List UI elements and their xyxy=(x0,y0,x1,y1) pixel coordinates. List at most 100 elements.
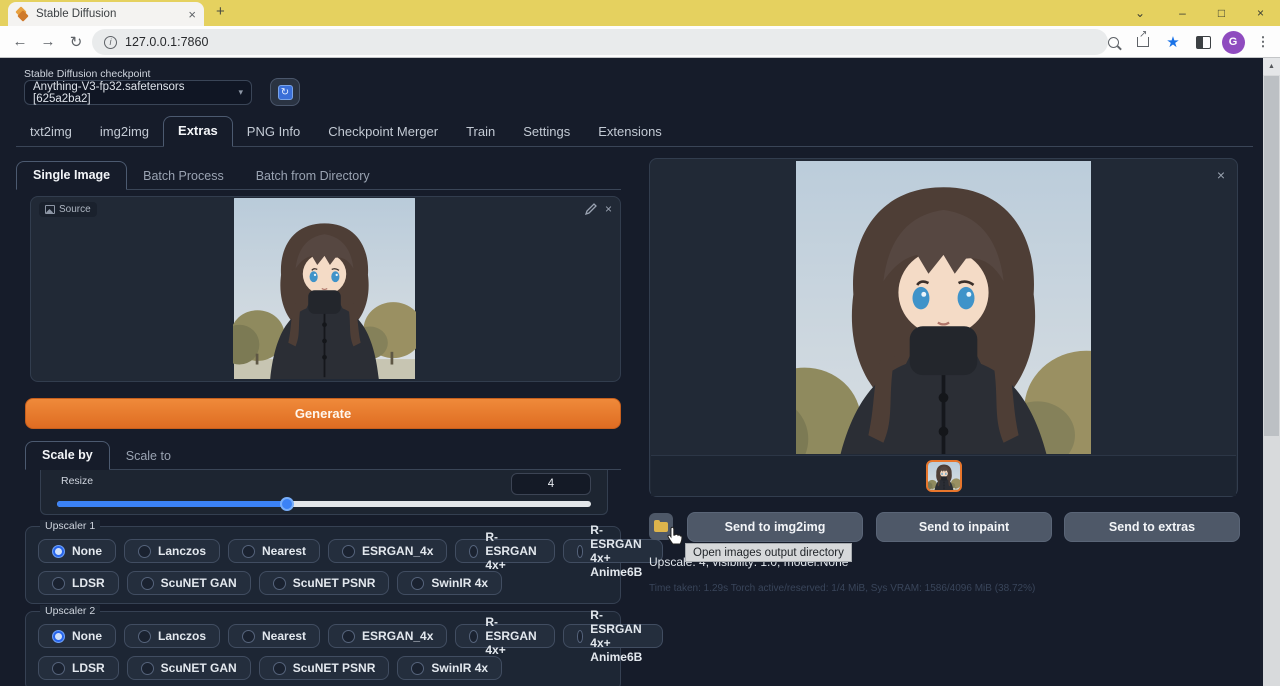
upscaler2-option-resrgan-anime6b[interactable]: R-ESRGAN 4x+ Anime6B xyxy=(563,624,663,648)
mouse-cursor xyxy=(666,526,683,552)
radio-icon xyxy=(273,577,286,590)
upscaler2-option-ldsr[interactable]: LDSR xyxy=(38,656,119,680)
upscaler1-option-resrgan4x[interactable]: R-ESRGAN 4x+ xyxy=(455,539,554,563)
zoom-icon[interactable] xyxy=(1100,29,1126,55)
scrollbar-up-icon[interactable]: ▲ xyxy=(1263,58,1280,75)
new-tab-button[interactable]: + xyxy=(216,3,225,20)
upscaler1-option-scunet-psnr[interactable]: ScuNET PSNR xyxy=(259,571,390,595)
tab-batch-from-directory[interactable]: Batch from Directory xyxy=(240,163,386,190)
thumbnail-strip xyxy=(651,455,1236,496)
bookmark-star-icon[interactable]: ★ xyxy=(1160,29,1186,55)
gallery-close-icon[interactable]: × xyxy=(1217,167,1225,183)
upscaler2-option-resrgan4x[interactable]: R-ESRGAN 4x+ xyxy=(455,624,554,648)
tab-title: Stable Diffusion xyxy=(36,8,180,20)
minimize-button[interactable]: – xyxy=(1163,6,1202,20)
source-image-dropzone[interactable]: Source × xyxy=(30,196,621,382)
radio-icon xyxy=(342,545,355,558)
radio-icon xyxy=(577,630,584,643)
radio-icon xyxy=(273,662,286,675)
upscaler1-group: Upscaler 1 None Lanczos Nearest ESRGAN_4… xyxy=(25,526,621,604)
radio-icon xyxy=(469,545,478,558)
source-label: Source xyxy=(59,204,91,215)
tab-search-icon[interactable]: ⌄ xyxy=(1117,6,1163,20)
tab-close-icon[interactable]: × xyxy=(188,7,196,22)
upscaler2-option-none[interactable]: None xyxy=(38,624,116,648)
menu-kebab-icon[interactable]: ⋮ xyxy=(1250,29,1276,55)
upscaler1-option-scunet-gan[interactable]: ScuNET GAN xyxy=(127,571,251,595)
page-scrollbar[interactable]: ▲ xyxy=(1263,58,1280,686)
upscaler2-option-scunet-psnr[interactable]: ScuNET PSNR xyxy=(259,656,390,680)
tab-single-image[interactable]: Single Image xyxy=(16,161,127,190)
edit-pencil-icon[interactable] xyxy=(585,203,597,215)
checkpoint-value: Anything-V3-fp32.safetensors [625a2ba2] xyxy=(33,81,238,105)
stable-diffusion-favicon xyxy=(16,8,28,20)
extras-sub-tabs: Single Image Batch Process Batch from Di… xyxy=(16,162,621,190)
tab-extras[interactable]: Extras xyxy=(163,116,233,147)
upscaler1-option-ldsr[interactable]: LDSR xyxy=(38,571,119,595)
forward-icon[interactable]: → xyxy=(34,33,62,50)
window-close-button[interactable]: × xyxy=(1241,6,1280,20)
tab-settings[interactable]: Settings xyxy=(509,118,584,147)
upscaler2-group: Upscaler 2 None Lanczos Nearest ESRGAN_4… xyxy=(25,611,621,686)
send-to-extras-button[interactable]: Send to extras xyxy=(1064,512,1240,542)
upscaler2-label: Upscaler 2 xyxy=(40,605,100,617)
upscaler1-option-lanczos[interactable]: Lanczos xyxy=(124,539,220,563)
site-info-icon[interactable]: i xyxy=(104,36,117,49)
tab-train[interactable]: Train xyxy=(452,118,509,147)
upscaler2-option-esrgan4x[interactable]: ESRGAN_4x xyxy=(328,624,447,648)
radio-icon xyxy=(242,545,255,558)
radio-icon xyxy=(138,545,151,558)
upscaler2-option-swinir4x[interactable]: SwinIR 4x xyxy=(397,656,502,680)
main-tabs: txt2img img2img Extras PNG Info Checkpoi… xyxy=(16,118,1253,147)
radio-icon xyxy=(138,630,151,643)
url-text: 127.0.0.1:7860 xyxy=(125,35,208,49)
tab-batch-process[interactable]: Batch Process xyxy=(127,163,240,190)
result-thumbnail[interactable] xyxy=(926,460,962,492)
checkpoint-dropdown[interactable]: Anything-V3-fp32.safetensors [625a2ba2] … xyxy=(24,80,252,105)
upscaler1-option-none[interactable]: None xyxy=(38,539,116,563)
maximize-button[interactable]: □ xyxy=(1202,6,1241,20)
checkpoint-label: Stable Diffusion checkpoint xyxy=(24,68,150,80)
upscaler1-option-esrgan4x[interactable]: ESRGAN_4x xyxy=(328,539,447,563)
scrollbar-thumb[interactable] xyxy=(1264,76,1279,436)
tab-png-info[interactable]: PNG Info xyxy=(233,118,314,147)
result-image[interactable] xyxy=(796,161,1091,454)
scale-tabs: Scale by Scale to xyxy=(25,444,621,470)
slider-fill xyxy=(57,501,287,507)
upscaler2-option-lanczos[interactable]: Lanczos xyxy=(124,624,220,648)
radio-icon xyxy=(141,662,154,675)
radio-icon xyxy=(242,630,255,643)
tab-img2img[interactable]: img2img xyxy=(86,118,163,147)
reload-icon[interactable]: ↻ xyxy=(62,33,90,51)
tab-checkpoint-merger[interactable]: Checkpoint Merger xyxy=(314,118,452,147)
send-to-inpaint-button[interactable]: Send to inpaint xyxy=(876,512,1052,542)
avatar[interactable]: G xyxy=(1220,29,1246,55)
upscaler1-option-nearest[interactable]: Nearest xyxy=(228,539,320,563)
browser-tab[interactable]: Stable Diffusion × xyxy=(8,2,204,26)
upscaler2-option-nearest[interactable]: Nearest xyxy=(228,624,320,648)
resize-group: Resize 4 xyxy=(40,470,608,515)
tab-extensions[interactable]: Extensions xyxy=(584,118,676,147)
resize-number-input[interactable]: 4 xyxy=(511,473,591,495)
slider-thumb[interactable] xyxy=(280,497,294,511)
tab-scale-by[interactable]: Scale by xyxy=(25,441,110,470)
send-to-img2img-button[interactable]: Send to img2img xyxy=(687,512,863,542)
generate-button[interactable]: Generate xyxy=(25,398,621,429)
radio-icon xyxy=(577,545,584,558)
tab-scale-to[interactable]: Scale to xyxy=(110,443,187,470)
resize-slider[interactable] xyxy=(57,501,591,507)
radio-icon xyxy=(469,630,478,643)
refresh-checkpoints-button[interactable]: ↻ xyxy=(270,78,300,106)
upscaler1-option-swinir4x[interactable]: SwinIR 4x xyxy=(397,571,502,595)
tab-txt2img[interactable]: txt2img xyxy=(16,118,86,147)
back-icon[interactable]: ← xyxy=(6,33,34,50)
radio-icon xyxy=(411,662,424,675)
side-panel-icon[interactable] xyxy=(1190,29,1216,55)
toolbar-right-icons: ★ G ⋮ xyxy=(1100,26,1276,58)
window-controls: ⌄ – □ × xyxy=(1117,0,1280,26)
upscaler2-option-scunet-gan[interactable]: ScuNET GAN xyxy=(127,656,251,680)
address-bar[interactable]: i 127.0.0.1:7860 xyxy=(92,29,1108,55)
upscaler1-option-resrgan-anime6b[interactable]: R-ESRGAN 4x+ Anime6B xyxy=(563,539,663,563)
share-icon[interactable] xyxy=(1130,29,1156,55)
clear-source-icon[interactable]: × xyxy=(605,203,612,215)
